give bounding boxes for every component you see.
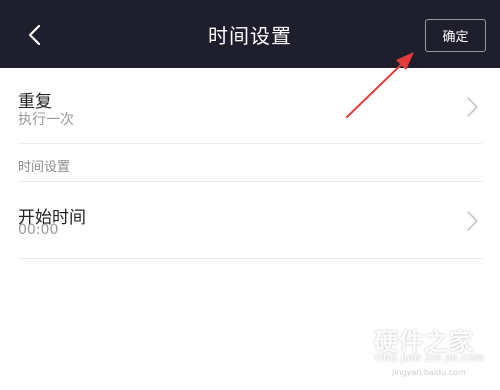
chevron-right-icon: [467, 211, 478, 231]
start-time-row[interactable]: 开始时间 00:00: [18, 200, 482, 258]
chevron-right-icon: [467, 97, 478, 117]
watermark-site: jingyan.baidu.com: [392, 368, 466, 377]
confirm-button[interactable]: 确定: [425, 19, 486, 52]
start-time-value: 00:00: [18, 222, 59, 238]
repeat-row[interactable]: 重复 执行一次: [18, 84, 482, 142]
repeat-value: 执行一次: [18, 112, 74, 128]
divider: [18, 181, 482, 182]
divider: [18, 258, 482, 259]
logo-icon: [331, 320, 369, 366]
top-bar: 时间设置 确定: [0, 0, 500, 68]
watermark-name: 硬件之家: [374, 328, 474, 356]
divider: [18, 143, 482, 144]
watermark-sub: YING JIAN ZHI JIA.COM: [374, 354, 485, 364]
watermark: 硬件之家 YING JIAN ZHI JIA.COM jingyan.baidu…: [330, 318, 490, 380]
section-label: 时间设置: [18, 160, 71, 175]
